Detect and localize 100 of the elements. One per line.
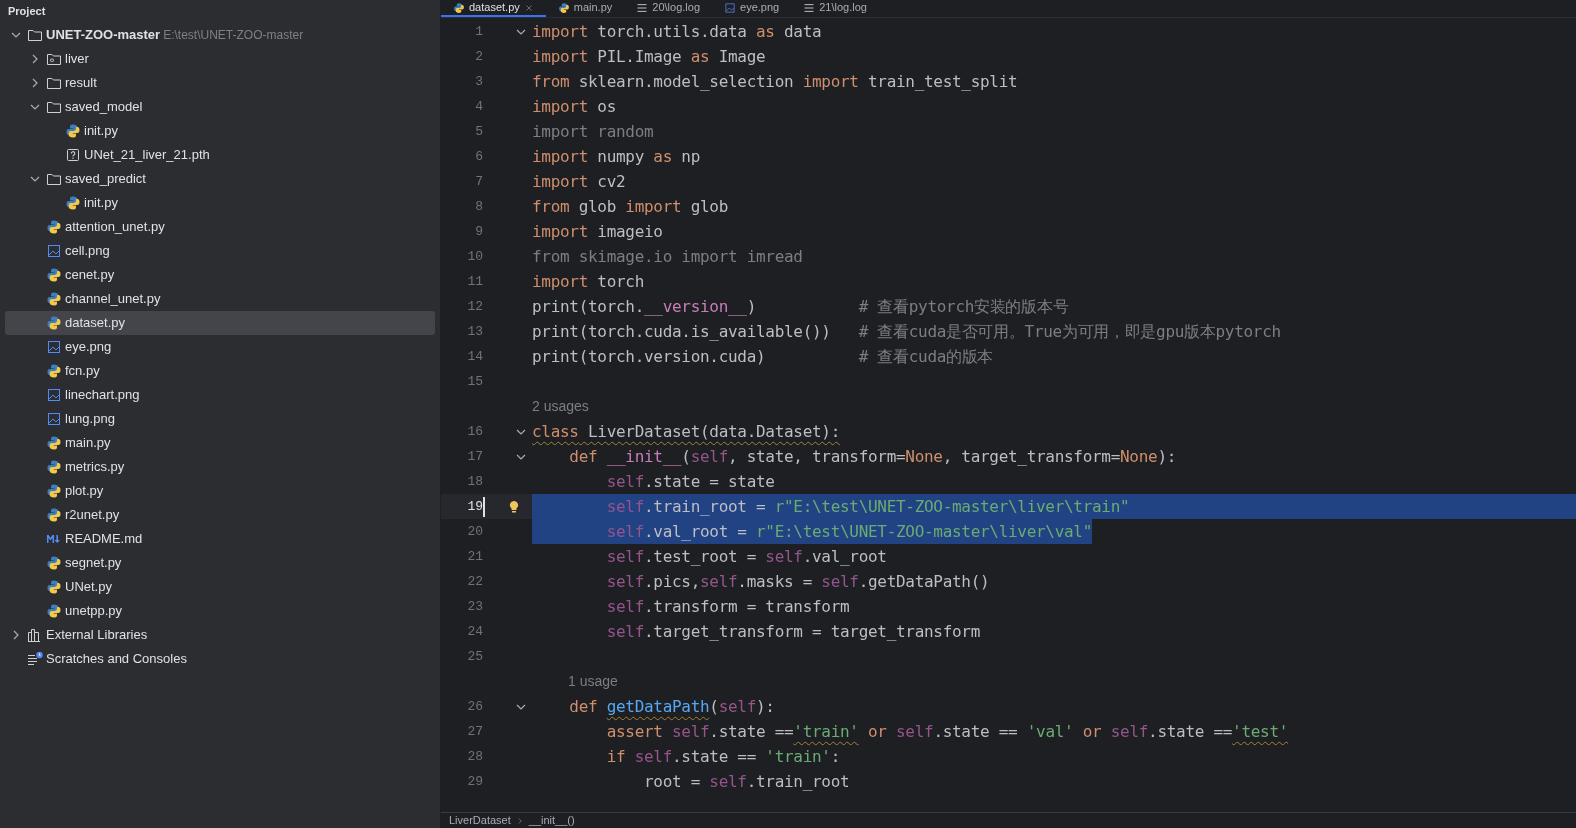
tree-item[interactable]: metrics.py [5, 455, 435, 479]
panel-title: Project [8, 5, 46, 17]
code-line: class LiverDataset(data.Dataset): [532, 420, 840, 443]
tree-item[interactable]: attention_unet.py [5, 215, 435, 239]
breadcrumb-item[interactable]: LiverDataset [449, 815, 511, 826]
tree-item[interactable]: segnet.py [5, 551, 435, 575]
folder-icon [46, 171, 62, 187]
code-line: import numpy as np [532, 145, 700, 168]
close-icon [523, 2, 534, 13]
code-line: import torch.utils.data as data [532, 20, 822, 43]
image-file-icon [724, 1, 736, 14]
breadcrumb-item[interactable]: __init__() [528, 815, 575, 826]
image-file-icon [46, 339, 62, 355]
line-number: 4 [474, 97, 483, 116]
line-number: 29 [466, 772, 483, 791]
code-line: import cv2 [532, 170, 626, 193]
code-line: self.target_transform = target_transform [605, 620, 980, 643]
tree-item[interactable]: lung.png [5, 407, 435, 431]
tree-item[interactable]: init.py [5, 191, 435, 215]
image-file-icon [46, 243, 62, 259]
image-file-icon [46, 387, 62, 403]
code-line: import random [532, 120, 654, 143]
text-file-icon [803, 1, 816, 14]
folder-icon [27, 27, 43, 43]
line-number: 13 [466, 322, 483, 341]
code-line: if self.state == 'train': [605, 745, 841, 768]
tree-item[interactable]: cenet.py [5, 263, 435, 287]
line-number: 20 [466, 522, 483, 541]
folder-icon [46, 75, 62, 91]
tree-item[interactable]: UNet_21_liver_21.pth [5, 143, 435, 167]
editor-tab[interactable]: 21\log.log [791, 0, 879, 17]
tree-item[interactable]: eye.png [5, 335, 435, 359]
line-number: 21 [466, 547, 483, 566]
line-number: 10 [466, 247, 483, 266]
folder-icon [46, 99, 62, 115]
editor-tab[interactable]: main.py [545, 0, 625, 17]
python-file-icon [557, 1, 570, 14]
tree-item[interactable]: dataset.py [5, 311, 435, 335]
code-line: from skimage.io import imread [532, 245, 803, 268]
tree-item[interactable]: channel_unet.py [5, 287, 435, 311]
tree-item[interactable]: init.py [5, 119, 435, 143]
code-line: from glob import glob [532, 195, 728, 218]
tree-item[interactable]: linechart.png [5, 383, 435, 407]
line-number: 11 [466, 272, 483, 291]
python-file-icon [46, 483, 62, 499]
tree-item[interactable]: plot.py [5, 479, 435, 503]
tree-item[interactable]: saved_model [5, 95, 435, 119]
python-file-icon [46, 459, 62, 475]
code-line: def __init__(self, state, transform=None, target_transform=None): [568, 445, 1177, 468]
line-number: 16 [466, 422, 483, 441]
usage-hint[interactable]: 1 usage [532, 671, 618, 692]
tree-item[interactable]: README.md [5, 527, 435, 551]
line-number: 7 [474, 172, 483, 191]
code-line: print(torch.__version__) # 查看pytorch安装的版本号 [532, 295, 1069, 318]
tree-item[interactable]: liver [5, 47, 435, 71]
editor-tab[interactable]: eye.png [712, 0, 792, 17]
line-number: 17 [466, 447, 483, 466]
line-number: 24 [466, 622, 483, 641]
tree-item[interactable]: fcn.py [5, 359, 435, 383]
code-line: from sklearn.model_selection import train_test_split [532, 70, 1018, 93]
tree-item[interactable]: unetpp.py [5, 599, 435, 623]
code-line: self.test_root = self.val_root [605, 545, 887, 568]
line-number: 25 [466, 647, 483, 666]
line-number: 26 [466, 697, 483, 716]
python-file-icon [46, 507, 62, 523]
editor-tab[interactable]: dataset.py [441, 0, 546, 17]
editor-tab[interactable]: 20\log.log [624, 0, 712, 17]
line-number: 19 [466, 497, 483, 516]
python-file-icon [46, 267, 62, 283]
code-line: assert self.state =='train' or self.state == 'val' or self.state =='test' [605, 720, 1289, 743]
tree-item[interactable]: main.py [5, 431, 435, 455]
line-number: 14 [466, 347, 483, 366]
tree-item[interactable]: UNet.py [5, 575, 435, 599]
usage-hint[interactable]: 2 usages [532, 396, 589, 417]
code-line: root = self.train_root [643, 770, 850, 793]
line-number: 22 [466, 572, 483, 591]
line-number: 23 [466, 597, 483, 616]
python-file-icon [46, 363, 62, 379]
library-icon [27, 627, 43, 643]
line-number: 6 [474, 147, 483, 166]
unknown-file-icon [65, 147, 81, 163]
tree-item[interactable]: result [5, 71, 435, 95]
python-file-icon [46, 603, 62, 619]
tree-item[interactable]: External Libraries [5, 623, 435, 647]
line-number: 15 [466, 372, 483, 391]
code-line: print(torch.version.cuda) # 查看cuda的版本 [532, 345, 994, 368]
code-line: self.pics,self.masks = self.getDataPath() [605, 570, 990, 593]
tree-item[interactable]: cell.png [5, 239, 435, 263]
python-file-icon [453, 1, 465, 14]
text-file-icon [636, 1, 649, 14]
line-number: 18 [466, 472, 483, 491]
python-file-icon [46, 291, 62, 307]
tree-item[interactable]: UNET-ZOO-master E:\test\UNET-ZOO-master [5, 23, 435, 47]
code-line: print(torch.cuda.is_available()) # 查看cuda是否可用。True为可用，即是gpu版本pytorch [532, 320, 1281, 343]
line-number: 5 [474, 122, 483, 141]
code-line: self.transform = transform [605, 595, 850, 618]
tree-item[interactable]: Scratches and Consoles [5, 647, 435, 671]
tree-item[interactable]: r2unet.py [5, 503, 435, 527]
code-line: self.state = state [605, 470, 776, 493]
tree-item[interactable]: saved_predict [5, 167, 435, 191]
